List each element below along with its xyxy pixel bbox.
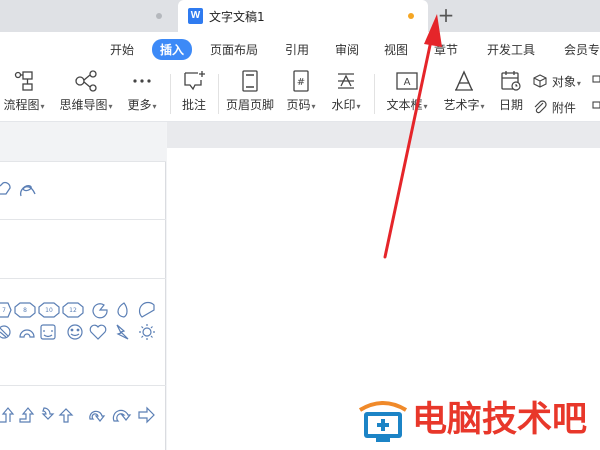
date-label: 日期 bbox=[498, 98, 523, 112]
panel-divider bbox=[0, 219, 166, 220]
textbox-icon: A bbox=[396, 72, 418, 90]
menu-home[interactable]: 开始 bbox=[110, 41, 134, 58]
mindmap-icon bbox=[75, 70, 97, 92]
svg-text:A: A bbox=[404, 77, 411, 88]
menu-insert[interactable]: 插入 bbox=[152, 39, 193, 60]
more-dots-icon bbox=[133, 79, 151, 83]
textbox-label: 文本框 bbox=[386, 98, 423, 112]
site-logo: 电脑技术吧 bbox=[356, 396, 600, 446]
basic-shapes-icons[interactable]: 7 8 10 12 bbox=[0, 300, 166, 320]
wordart-icon bbox=[455, 70, 473, 91]
calendar-icon bbox=[501, 71, 521, 91]
page-number-button[interactable]: # 页码▾ bbox=[283, 70, 319, 120]
page-number-label: 页码 bbox=[286, 98, 311, 112]
ribbon-divider bbox=[374, 74, 375, 114]
tab-title: 文字文稿1 bbox=[209, 10, 265, 24]
shapes-panel: 7 8 10 12 bbox=[0, 122, 166, 450]
menu-sections[interactable]: 章节 bbox=[434, 41, 458, 58]
wordart-label: 艺术字 bbox=[443, 98, 480, 112]
wps-writer-icon: W bbox=[188, 8, 203, 24]
watermark-label: 水印 bbox=[331, 98, 356, 112]
scribble-shape-icon[interactable] bbox=[18, 180, 38, 198]
object-button[interactable]: 对象▾ bbox=[532, 73, 581, 90]
computer-logo-icon bbox=[358, 401, 408, 442]
comment-button[interactable]: 批注 bbox=[176, 70, 212, 120]
header-footer-icon bbox=[242, 70, 258, 92]
page-number-icon: # bbox=[293, 70, 309, 92]
freeform-shape-icon[interactable] bbox=[0, 180, 14, 198]
ribbon-divider bbox=[218, 74, 219, 114]
watermark-icon bbox=[338, 73, 354, 89]
menu-references[interactable]: 引用 bbox=[285, 41, 309, 58]
menu-page-layout[interactable]: 页面布局 bbox=[210, 41, 258, 58]
shapes-panel-header bbox=[0, 122, 166, 162]
comment-add-icon bbox=[184, 71, 205, 91]
header-footer-label: 页眉页脚 bbox=[225, 98, 274, 112]
svg-text:12: 12 bbox=[69, 307, 77, 314]
object-label: 对象 bbox=[551, 75, 576, 89]
unsaved-indicator bbox=[408, 13, 414, 19]
menu-developer[interactable]: 开发工具 bbox=[487, 41, 535, 58]
flowchart-label: 流程图 bbox=[3, 98, 40, 112]
watermark-button[interactable]: 水印▾ bbox=[326, 70, 366, 120]
object-cube-icon bbox=[533, 74, 547, 88]
mindmap-button[interactable]: 思维导图▾ bbox=[56, 70, 116, 120]
shape-row-arrows bbox=[0, 405, 166, 425]
svg-text:#: # bbox=[297, 77, 305, 88]
menu-view[interactable]: 视图 bbox=[384, 41, 408, 58]
tab-status-dot bbox=[156, 13, 162, 19]
svg-text:10: 10 bbox=[45, 307, 53, 314]
tab-document[interactable]: W 文字文稿1 bbox=[178, 0, 428, 32]
header-footer-button[interactable]: 页眉页脚 bbox=[224, 70, 276, 120]
wordart-button[interactable]: 艺术字▾ bbox=[440, 70, 488, 120]
paperclip-icon bbox=[534, 100, 547, 114]
tab-previous[interactable] bbox=[0, 0, 178, 32]
panel-divider bbox=[0, 385, 166, 386]
svg-text:7: 7 bbox=[2, 307, 6, 314]
menu-member[interactable]: 会员专 bbox=[564, 41, 600, 58]
menu-bar: 开始 插入 页面布局 引用 审阅 视图 章节 开发工具 会员专 bbox=[0, 32, 600, 66]
ribbon-overflow-icon[interactable] bbox=[590, 72, 600, 116]
flowchart-icon bbox=[14, 71, 33, 91]
mindmap-label: 思维导图 bbox=[59, 98, 108, 112]
date-button[interactable]: 日期 bbox=[496, 70, 526, 120]
attachment-label: 附件 bbox=[551, 101, 576, 115]
shape-row-basic-1: 7 8 10 12 bbox=[0, 300, 166, 320]
site-logo-text: 电脑技术吧 bbox=[412, 400, 588, 440]
more-button[interactable]: 更多▾ bbox=[122, 70, 162, 120]
arrow-shapes-icons[interactable] bbox=[0, 405, 166, 425]
panel-divider bbox=[0, 278, 166, 279]
ribbon-toolbar: 流程图▾ 思维导图▾ 更多▾ 批注 页眉页脚 # 页码▾ 水印▾ A 文本框▾ … bbox=[0, 66, 600, 122]
ruler-area bbox=[167, 122, 600, 148]
attachment-button[interactable]: 附件 bbox=[532, 99, 576, 116]
textbox-button[interactable]: A 文本框▾ bbox=[382, 70, 432, 120]
flowchart-button[interactable]: 流程图▾ bbox=[0, 70, 48, 120]
tab-strip: W 文字文稿1 + bbox=[0, 0, 600, 32]
shape-row-basic-2 bbox=[0, 322, 166, 342]
comment-label: 批注 bbox=[181, 98, 206, 112]
menu-review[interactable]: 审阅 bbox=[335, 41, 359, 58]
new-tab-button[interactable]: + bbox=[434, 4, 458, 28]
more-label: 更多 bbox=[127, 98, 152, 112]
symbol-shapes-icons[interactable] bbox=[0, 322, 166, 342]
shape-row-lines bbox=[0, 180, 166, 200]
panel-divider bbox=[0, 161, 166, 162]
ribbon-divider bbox=[170, 74, 171, 114]
svg-text:8: 8 bbox=[23, 307, 27, 314]
